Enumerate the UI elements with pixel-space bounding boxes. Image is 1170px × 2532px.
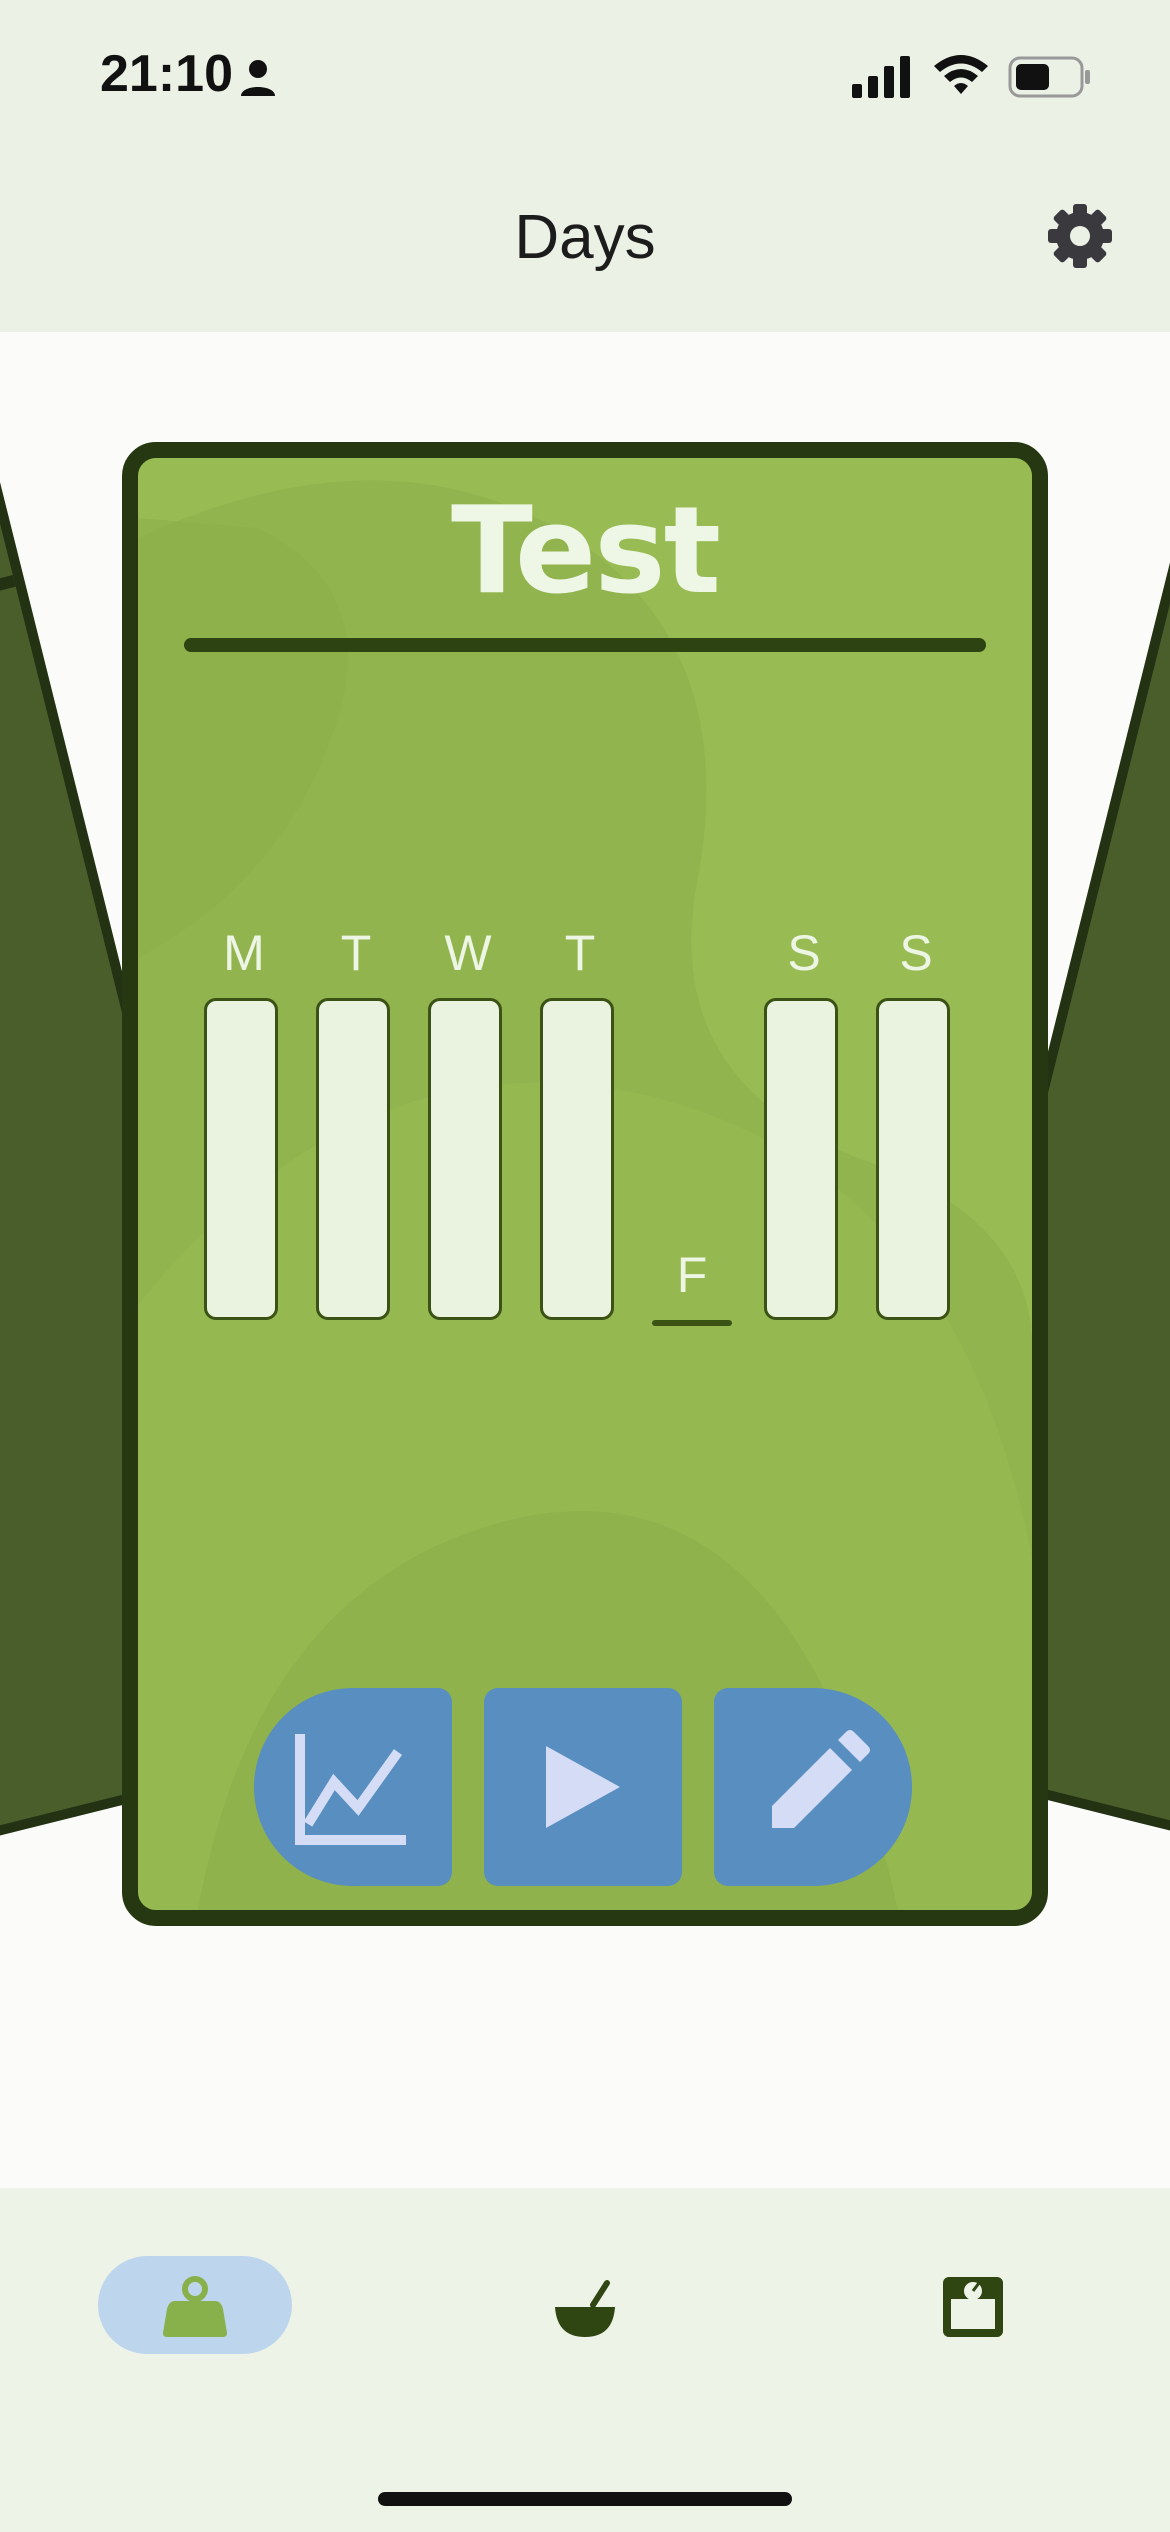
day-label: T xyxy=(340,925,372,981)
pencil-icon xyxy=(772,1730,870,1828)
day-label: S xyxy=(899,925,933,981)
kettlebell-icon xyxy=(163,2276,227,2337)
workout-card[interactable]: Test M T W T F S S xyxy=(122,442,1048,1926)
nav-item-workouts[interactable] xyxy=(98,2256,292,2354)
status-time: 21:10 xyxy=(100,45,233,103)
day-toggle[interactable] xyxy=(316,998,390,1320)
app-header: Days xyxy=(0,150,1170,332)
day-toggle[interactable] xyxy=(764,998,838,1320)
signal-icon xyxy=(852,56,910,98)
nav-item-weight[interactable] xyxy=(876,2256,1070,2354)
day-toggle[interactable] xyxy=(428,998,502,1320)
play-button[interactable] xyxy=(484,1688,682,1886)
person-icon xyxy=(241,60,275,96)
play-icon xyxy=(546,1746,620,1828)
day-toggle[interactable] xyxy=(876,998,950,1320)
status-bar: 21:10 xyxy=(0,0,1170,150)
wifi-icon xyxy=(934,55,988,94)
day-toggle[interactable] xyxy=(540,998,614,1320)
card-carousel[interactable]: Test M T W T F S S xyxy=(0,332,1170,2188)
scale-icon xyxy=(943,2277,1003,2337)
gear-icon[interactable] xyxy=(1046,202,1114,270)
nav-item-nutrition[interactable] xyxy=(488,2256,682,2354)
day-toggle[interactable] xyxy=(204,998,278,1320)
bowl-icon xyxy=(555,2280,615,2337)
chart-icon xyxy=(295,1734,406,1845)
edit-button[interactable] xyxy=(714,1688,912,1886)
stats-button[interactable] xyxy=(254,1688,452,1886)
day-label: M xyxy=(223,925,265,981)
page-title: Days xyxy=(514,203,656,272)
card-title: Test xyxy=(450,482,721,621)
bottom-nav xyxy=(0,2188,1170,2532)
day-label: T xyxy=(564,925,596,981)
title-divider xyxy=(184,638,986,652)
day-toggle-off[interactable] xyxy=(652,1320,732,1326)
battery-icon xyxy=(1008,56,1090,98)
day-label: W xyxy=(444,925,492,981)
day-label: S xyxy=(787,925,821,981)
day-label: F xyxy=(676,1247,708,1303)
home-indicator xyxy=(378,2492,792,2506)
